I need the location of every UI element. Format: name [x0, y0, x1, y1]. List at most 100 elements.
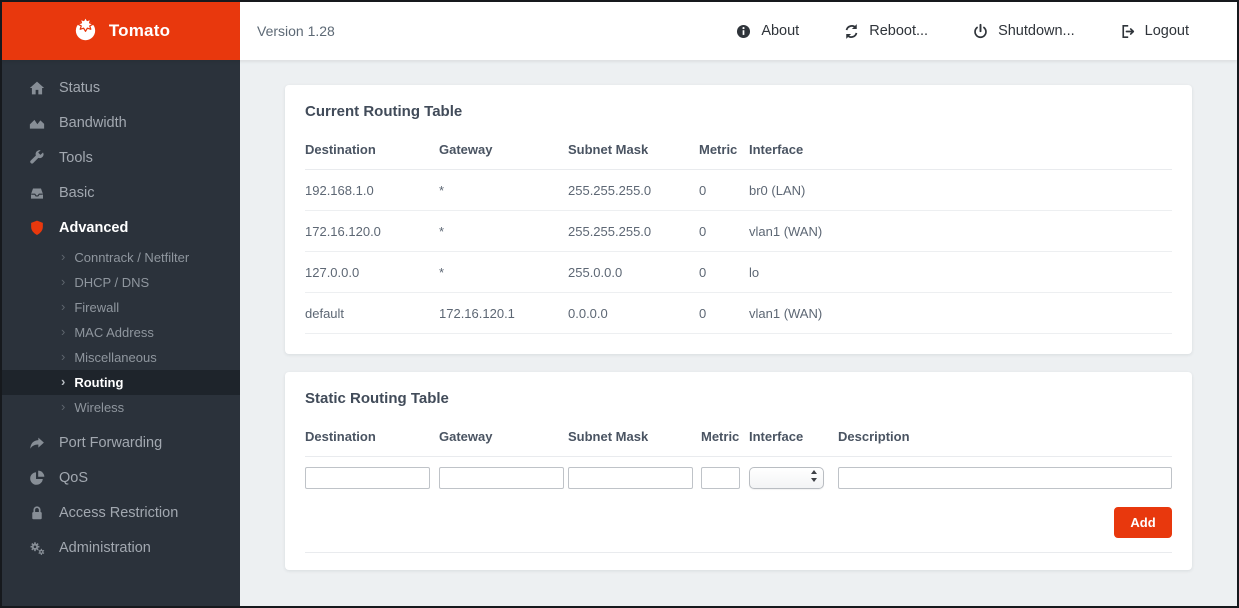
cell-subnet-mask: 255.255.255.0	[568, 169, 699, 211]
description-input[interactable]	[838, 467, 1172, 489]
col-interface: Interface	[749, 120, 1172, 170]
top-header: Tomato Version 1.28 About Reboot... Shut…	[2, 2, 1237, 60]
logout-label: Logout	[1144, 23, 1189, 39]
add-button[interactable]: Add	[1114, 507, 1172, 538]
sidebar-item-label: Port Forwarding	[59, 434, 163, 451]
current-routing-title: Current Routing Table	[305, 103, 463, 120]
sidebar-item-bandwidth[interactable]: Bandwidth	[2, 105, 240, 140]
forward-arrow-icon	[27, 433, 46, 452]
col-subnet-mask: Subnet Mask	[568, 120, 699, 170]
cell-destination: 172.16.120.0	[305, 210, 439, 252]
gateway-input[interactable]	[439, 467, 564, 489]
sidebar-item-label: Administration	[59, 539, 151, 556]
about-label: About	[761, 23, 800, 39]
table-row: 172.16.120.0 * 255.255.255.0 0 vlan1 (WA…	[305, 210, 1172, 252]
chevron-right-icon: ›	[61, 399, 66, 414]
sidebar-item-label: Basic	[59, 184, 95, 201]
sidebar-item-administration[interactable]: Administration	[2, 530, 240, 565]
submenu-item-routing[interactable]: › Routing	[2, 370, 240, 395]
col-metric: Metric	[701, 429, 740, 444]
cell-interface: vlan1 (WAN)	[749, 210, 1172, 252]
card-bottom-divider	[305, 552, 1172, 570]
submenu-label: Conntrack / Netfilter	[74, 250, 190, 265]
current-routing-card: Current Routing Table Destination Gatewa…	[285, 85, 1192, 354]
submenu-label: Miscellaneous	[74, 350, 157, 365]
main-content: Current Routing Table Destination Gatewa…	[240, 60, 1237, 606]
area-chart-icon	[27, 113, 46, 132]
submenu-item-dhcp-dns[interactable]: › DHCP / DNS	[2, 270, 240, 295]
reboot-label: Reboot...	[869, 23, 929, 39]
col-subnet-mask: Subnet Mask	[568, 429, 649, 444]
refresh-icon	[843, 23, 860, 40]
static-routing-card: Static Routing Table Destination Gateway…	[285, 372, 1192, 570]
sidebar-item-access-restriction[interactable]: Access Restriction	[2, 495, 240, 530]
sidebar-item-advanced[interactable]: Advanced	[2, 210, 240, 245]
cell-interface: vlan1 (WAN)	[749, 292, 1172, 334]
submenu-label: Wireless	[74, 400, 125, 415]
cell-metric: 0	[699, 251, 749, 293]
wrench-icon	[27, 148, 46, 167]
cell-subnet-mask: 255.0.0.0	[568, 251, 699, 293]
cell-subnet-mask: 0.0.0.0	[568, 292, 699, 334]
submenu-item-mac-address[interactable]: › MAC Address	[2, 320, 240, 345]
logout-button[interactable]: Logout	[1119, 23, 1189, 40]
brand-logo[interactable]: Tomato	[2, 2, 240, 60]
shutdown-button[interactable]: Shutdown...	[972, 23, 1075, 40]
sidebar-item-label: Advanced	[59, 219, 129, 236]
header-nav: About Reboot... Shutdown... Logout	[735, 23, 1189, 40]
sidebar-item-label: QoS	[59, 469, 89, 486]
static-table-header: Destination Gateway Subnet Mask Metric I…	[305, 407, 1172, 457]
power-icon	[972, 23, 989, 40]
sidebar-item-basic[interactable]: Basic	[2, 175, 240, 210]
cell-metric: 0	[699, 292, 749, 334]
col-destination: Destination	[305, 120, 439, 170]
sidebar-item-status[interactable]: Status	[2, 70, 240, 105]
lock-icon	[27, 503, 46, 522]
submenu-item-firewall[interactable]: › Firewall	[2, 295, 240, 320]
table-row: 127.0.0.0 * 255.0.0.0 0 lo	[305, 251, 1172, 293]
sidebar-item-label: Access Restriction	[59, 504, 179, 521]
static-routing-title: Static Routing Table	[305, 390, 449, 407]
submenu-item-wireless[interactable]: › Wireless	[2, 395, 240, 420]
static-table-input-row	[305, 457, 1172, 491]
cell-gateway: *	[439, 210, 568, 252]
submenu-item-conntrack[interactable]: › Conntrack / Netfilter	[2, 245, 240, 270]
inbox-icon	[27, 183, 46, 202]
shutdown-label: Shutdown...	[998, 23, 1075, 39]
cell-gateway: *	[439, 251, 568, 293]
sidebar-item-port-forwarding[interactable]: Port Forwarding	[2, 425, 240, 460]
subnet-mask-input[interactable]	[568, 467, 693, 489]
col-metric: Metric	[699, 120, 749, 170]
logout-icon	[1119, 23, 1136, 40]
about-button[interactable]: About	[735, 23, 799, 40]
col-gateway: Gateway	[439, 429, 493, 444]
sidebar-item-qos[interactable]: QoS	[2, 460, 240, 495]
sidebar-item-label: Status	[59, 79, 101, 96]
submenu-item-miscellaneous[interactable]: › Miscellaneous	[2, 345, 240, 370]
cell-interface: lo	[749, 251, 1172, 293]
app-window: Tomato Version 1.28 About Reboot... Shut…	[0, 0, 1239, 608]
col-gateway: Gateway	[439, 120, 568, 170]
interface-select[interactable]	[749, 467, 824, 489]
cell-gateway: 172.16.120.1	[439, 292, 568, 334]
cell-destination: default	[305, 292, 439, 334]
reboot-button[interactable]: Reboot...	[843, 23, 928, 40]
metric-input[interactable]	[701, 467, 740, 489]
col-description: Description	[838, 429, 910, 444]
cell-subnet-mask: 255.255.255.0	[568, 210, 699, 252]
cell-metric: 0	[699, 169, 749, 211]
chevron-right-icon: ›	[61, 374, 66, 389]
info-icon	[735, 23, 752, 40]
sidebar-item-tools[interactable]: Tools	[2, 140, 240, 175]
pie-chart-icon	[27, 468, 46, 487]
chevron-right-icon: ›	[61, 299, 66, 314]
destination-input[interactable]	[305, 467, 430, 489]
submenu-label: Routing	[74, 375, 124, 390]
cell-gateway: *	[439, 169, 568, 211]
table-row: default 172.16.120.1 0.0.0.0 0 vlan1 (WA…	[305, 292, 1172, 334]
advanced-submenu: › Conntrack / Netfilter › DHCP / DNS › F…	[2, 245, 240, 420]
col-interface: Interface	[749, 429, 804, 444]
cell-destination: 127.0.0.0	[305, 251, 439, 293]
submenu-label: Firewall	[74, 300, 120, 315]
submenu-label: DHCP / DNS	[74, 275, 150, 290]
